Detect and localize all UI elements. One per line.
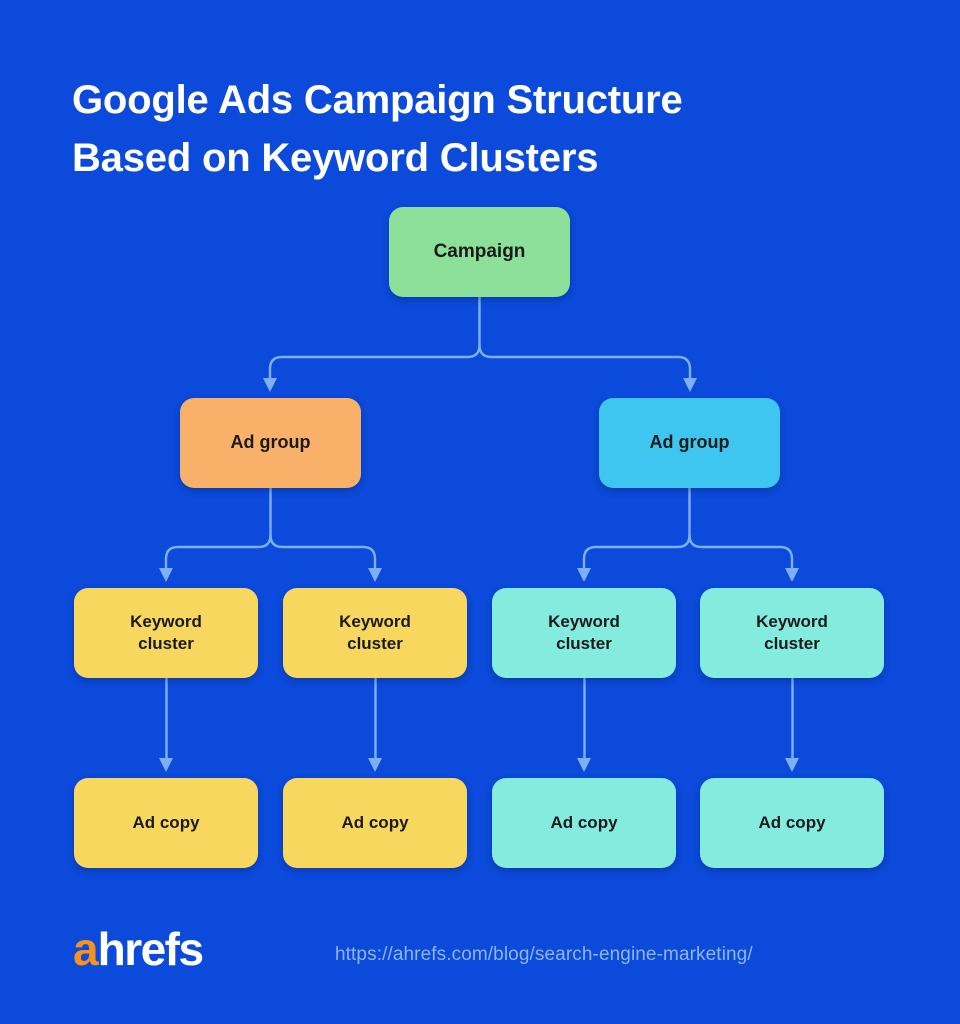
edge-campaign-to-adgroup-right <box>478 343 692 380</box>
edge-adgroup-right-to-kc3 <box>582 533 691 570</box>
node-ad-group-right[interactable]: Ad group <box>599 398 780 488</box>
logo-accent-letter: a <box>73 923 99 975</box>
node-keyword-cluster-1[interactable]: Keyword cluster <box>74 588 258 678</box>
logo-wordmark: hrefs <box>97 923 204 975</box>
arrowhead-adcopy1 <box>159 758 173 772</box>
infographic-canvas: Google Ads Campaign Structure Based on K… <box>0 0 960 1024</box>
source-url: https://ahrefs.com/blog/search-engine-ma… <box>335 944 753 965</box>
arrowhead-adcopy2 <box>368 758 382 772</box>
node-ad-copy-2[interactable]: Ad copy <box>283 778 467 868</box>
node-ad-copy-1[interactable]: Ad copy <box>74 778 258 868</box>
edge-adgroup-left-to-kc2 <box>269 533 377 570</box>
arrowhead-kc3 <box>577 568 591 582</box>
node-campaign[interactable]: Campaign <box>389 207 570 297</box>
arrowhead-adgroup-left <box>263 378 277 392</box>
edge-campaign-to-adgroup-left <box>268 343 481 380</box>
edge-adgroup-right-to-kc4 <box>688 533 794 570</box>
arrowhead-adcopy4 <box>785 758 799 772</box>
arrowhead-kc1 <box>159 568 173 582</box>
node-ad-copy-4[interactable]: Ad copy <box>700 778 884 868</box>
arrowhead-adgroup-right <box>683 378 697 392</box>
ahrefs-logo: a hrefs <box>73 923 204 975</box>
connector-lines <box>159 295 799 772</box>
node-ad-copy-3[interactable]: Ad copy <box>492 778 676 868</box>
node-keyword-cluster-2[interactable]: Keyword cluster <box>283 588 467 678</box>
arrowhead-kc2 <box>368 568 382 582</box>
node-ad-group-left[interactable]: Ad group <box>180 398 361 488</box>
node-keyword-cluster-3[interactable]: Keyword cluster <box>492 588 676 678</box>
edge-adgroup-left-to-kc1 <box>164 533 272 570</box>
node-keyword-cluster-4[interactable]: Keyword cluster <box>700 588 884 678</box>
arrowhead-adcopy3 <box>577 758 591 772</box>
arrowhead-kc4 <box>785 568 799 582</box>
